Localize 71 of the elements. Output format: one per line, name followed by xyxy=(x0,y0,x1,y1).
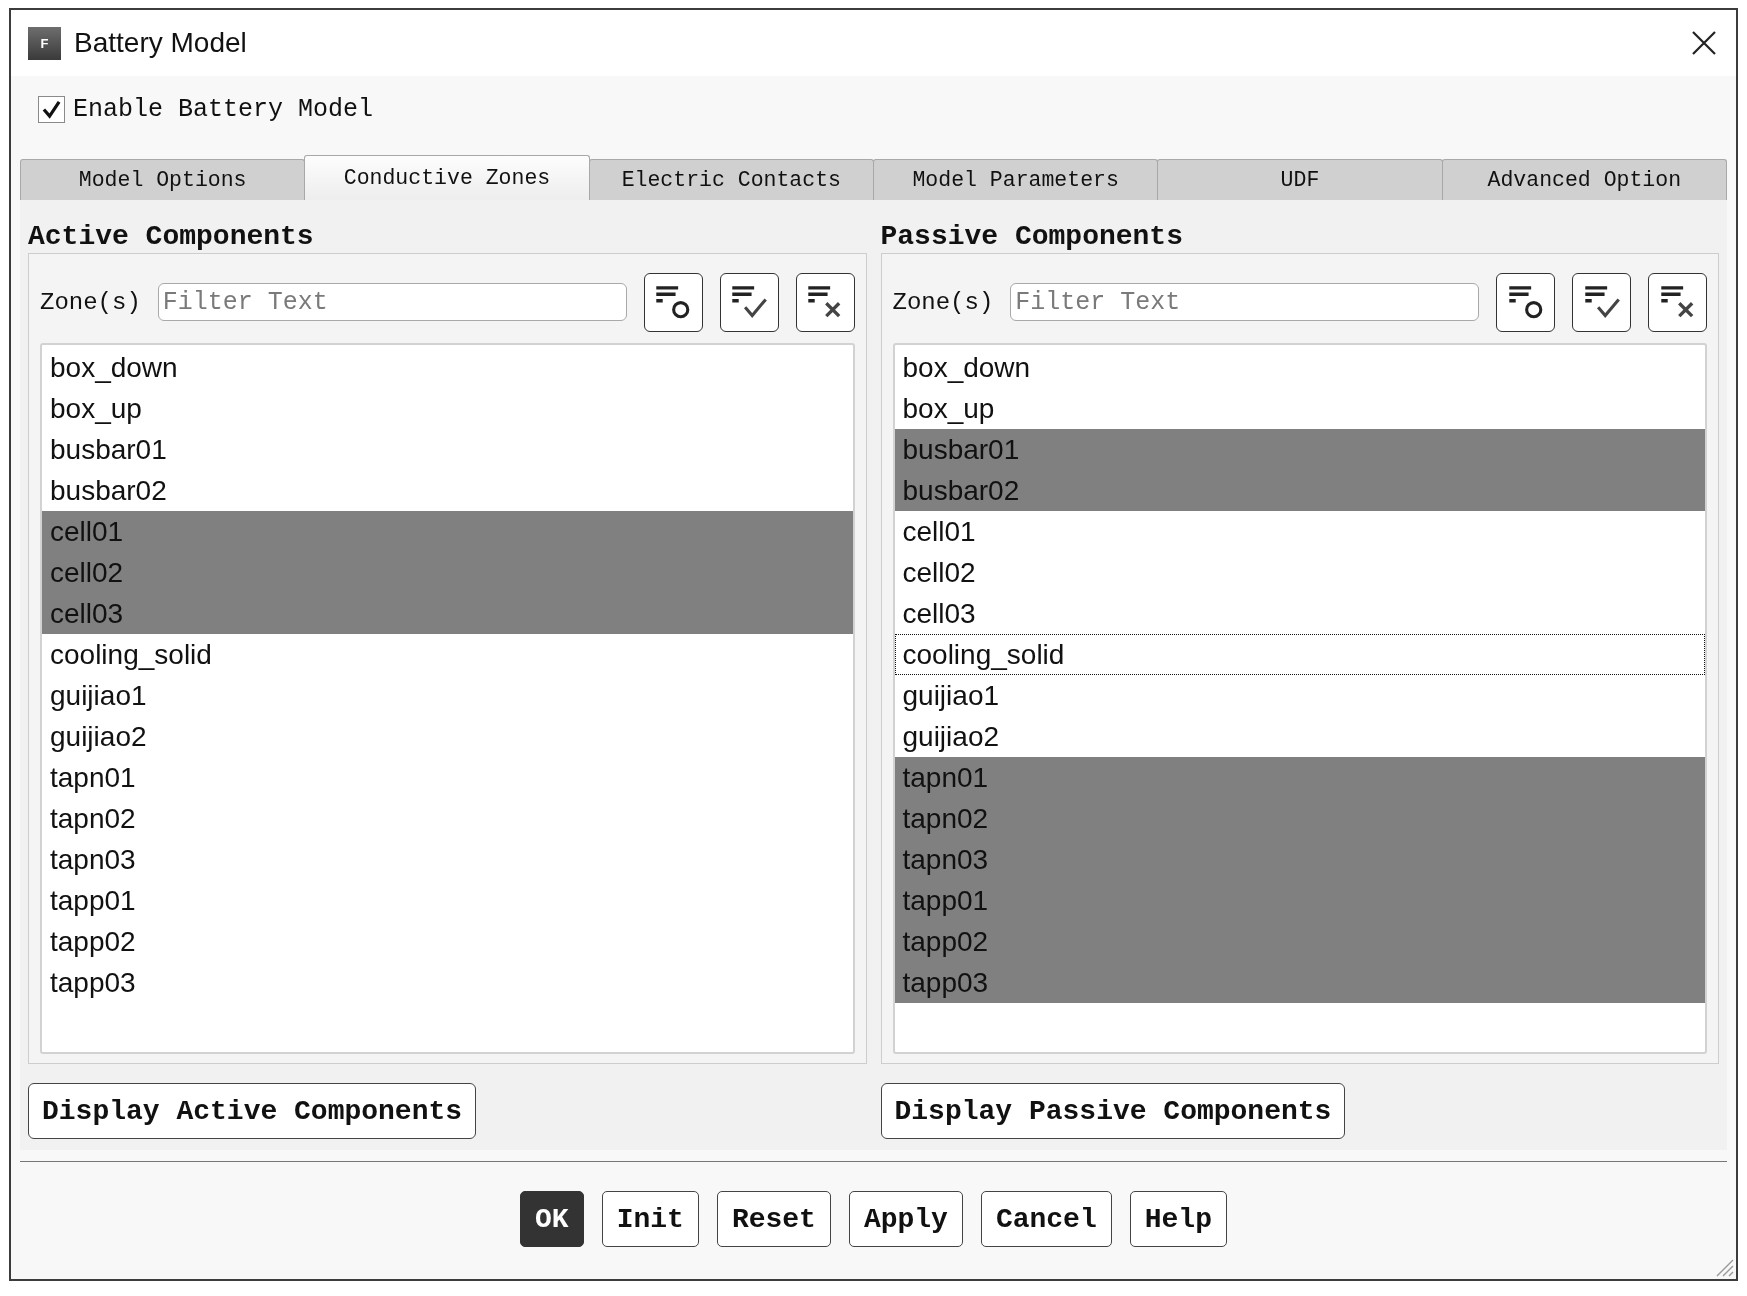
zone-list-item[interactable]: tapp01 xyxy=(42,880,853,921)
zone-list-item[interactable]: box_up xyxy=(894,388,1705,429)
resize-grip-icon[interactable] xyxy=(1714,1257,1734,1277)
toolbar-button[interactable] xyxy=(1572,272,1631,332)
zone-list-item[interactable]: tapn02 xyxy=(894,798,1705,839)
dialog-button[interactable]: OK xyxy=(520,1191,584,1247)
zone-list-item[interactable]: cooling_solid xyxy=(42,634,853,675)
toolbar-button[interactable] xyxy=(719,272,779,332)
toolbar-button[interactable] xyxy=(1496,272,1555,332)
zone-list-item[interactable]: guijiao2 xyxy=(42,716,853,757)
zone-list-item[interactable]: tapn01 xyxy=(42,757,853,798)
zone-list-item[interactable]: box_up xyxy=(42,388,853,429)
checkmark-icon xyxy=(42,100,61,119)
dialog-button[interactable]: Apply xyxy=(848,1191,963,1247)
dialog-button[interactable]: Init xyxy=(601,1191,699,1247)
zone-list-item[interactable]: guijiao2 xyxy=(894,716,1705,757)
zone-list-item[interactable]: busbar02 xyxy=(42,470,853,511)
zone-list-item[interactable]: tapn03 xyxy=(894,839,1705,880)
tab[interactable]: Advanced Option xyxy=(1441,159,1727,200)
lines-cross-icon xyxy=(1659,285,1696,319)
display-button[interactable]: Display Active Components xyxy=(28,1083,477,1139)
zone-list-item[interactable]: cell02 xyxy=(42,552,853,593)
lines-check-icon xyxy=(1583,285,1620,319)
field-label: Zone(s) xyxy=(892,288,994,316)
lines-cross-icon xyxy=(807,285,843,319)
checkbox-label[interactable]: Enable Battery Model xyxy=(73,96,374,123)
display-button[interactable]: Display Passive Components xyxy=(880,1083,1346,1139)
zone-list-item[interactable]: guijiao1 xyxy=(894,675,1705,716)
zone-list-item[interactable]: tapp01 xyxy=(894,880,1705,921)
toolbar-button[interactable] xyxy=(795,272,855,332)
lines-circle-icon xyxy=(1507,285,1544,319)
zone-list-item[interactable]: cell02 xyxy=(894,552,1705,593)
zone-list-item[interactable]: tapn01 xyxy=(894,757,1705,798)
dialog-button[interactable]: Help xyxy=(1129,1191,1227,1247)
checkbox[interactable] xyxy=(38,96,65,123)
zone-list-item[interactable]: tapn03 xyxy=(42,839,853,880)
zone-list-item[interactable]: box_down xyxy=(42,347,853,388)
section-heading: Passive Components xyxy=(880,220,1184,253)
zone-list-item[interactable]: busbar01 xyxy=(894,429,1705,470)
tab[interactable]: Conductive Zones xyxy=(304,155,590,200)
zone-list-item[interactable]: cell01 xyxy=(894,511,1705,552)
zone-list-item[interactable]: guijiao1 xyxy=(42,675,853,716)
zone-list-item[interactable]: busbar01 xyxy=(42,429,853,470)
zone-list-item[interactable]: cooling_solid xyxy=(894,634,1705,675)
dialog-button[interactable]: Cancel xyxy=(980,1191,1112,1247)
window-title: Battery Model xyxy=(74,27,247,59)
zone-list-item[interactable]: tapp02 xyxy=(894,921,1705,962)
field-label: Zone(s) xyxy=(40,288,141,316)
tab[interactable]: Model Parameters xyxy=(873,159,1159,200)
tab[interactable]: UDF xyxy=(1157,159,1443,200)
zone-list-item[interactable]: tapp03 xyxy=(894,962,1705,1003)
toolbar-button[interactable] xyxy=(1648,272,1707,332)
zone-list-item[interactable]: cell03 xyxy=(894,593,1705,634)
zone-list-item[interactable]: box_down xyxy=(894,347,1705,388)
toolbar-button[interactable] xyxy=(643,272,703,332)
tab[interactable]: Model Options xyxy=(20,159,306,200)
app-logo: F xyxy=(28,26,61,60)
zone-list-item[interactable]: tapp03 xyxy=(42,962,853,1003)
section-heading: Active Components xyxy=(28,220,315,253)
zone-list-item[interactable]: cell01 xyxy=(42,511,853,552)
tab[interactable]: Electric Contacts xyxy=(588,159,874,200)
zone-list-item[interactable]: busbar02 xyxy=(894,470,1705,511)
zone-list-item[interactable]: tapn02 xyxy=(42,798,853,839)
close-icon[interactable] xyxy=(1692,31,1716,55)
lines-circle-icon xyxy=(655,285,691,319)
filter-field[interactable]: Filter Text xyxy=(1010,283,1479,321)
zone-list-item[interactable]: cell03 xyxy=(42,593,853,634)
zone-list-item[interactable]: tapp02 xyxy=(42,921,853,962)
filter-field[interactable]: Filter Text xyxy=(157,283,627,321)
dialog-button[interactable]: Reset xyxy=(716,1191,831,1247)
lines-check-icon xyxy=(731,285,767,319)
